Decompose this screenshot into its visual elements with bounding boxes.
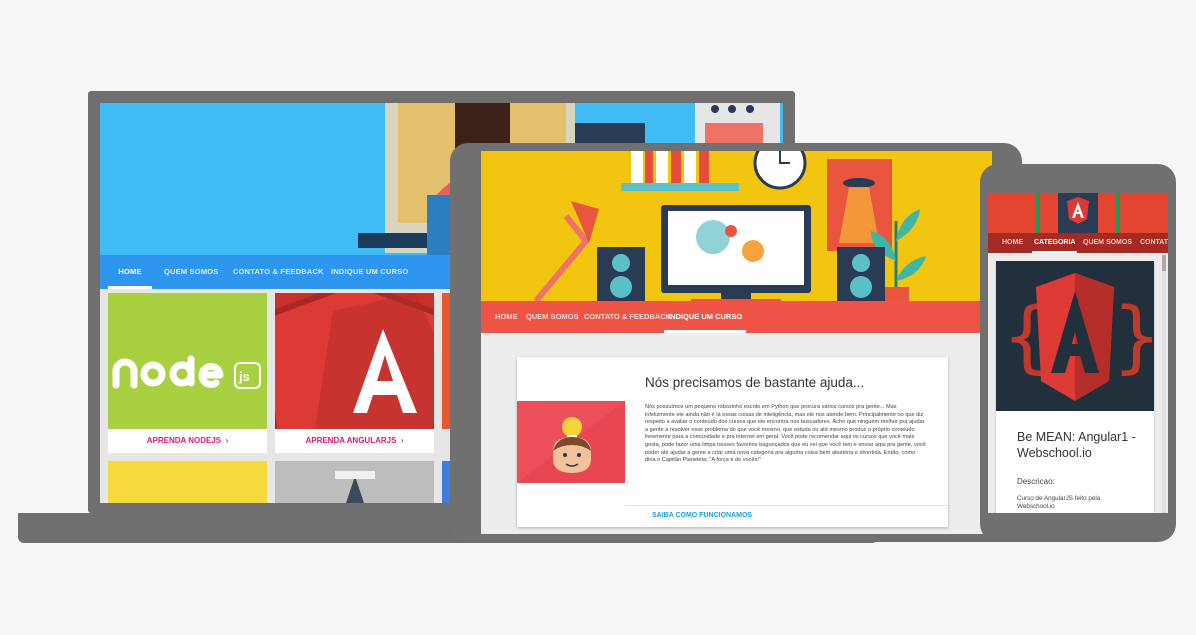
- chevron-right-icon: ›: [400, 436, 404, 445]
- saiba-como-funcionamos-link[interactable]: SAIBA COMO FUNCIONAMOS: [652, 512, 752, 519]
- course-card-angularjs[interactable]: APRENDA ANGULARJS ›: [275, 293, 434, 453]
- svg-text:}: }: [1112, 292, 1154, 382]
- course-card-nodejs[interactable]: js APRENDA NODEJS ›: [108, 293, 267, 453]
- description-label: Descricao:: [1017, 477, 1055, 486]
- course-title: Be MEAN: Angular1 - Webschool.io: [1017, 430, 1136, 460]
- phone-tab-contato[interactable]: CONTATO: [1140, 233, 1168, 253]
- phone-tab-categoria[interactable]: CATEGORIA: [1032, 233, 1078, 253]
- tablet-screen: HOME QUEM SOMOS CONTATO & FEEDBACK INDIQ…: [481, 151, 992, 534]
- course-card-angular1[interactable]: { } Be MEAN: Angular1 - Webschool.io Des…: [996, 261, 1154, 513]
- angular-logo-icon: [275, 293, 434, 453]
- laptop-tab-contato-feedback[interactable]: CONTATO & FEEDBACK: [233, 255, 324, 289]
- tablet-hero-illustration: [481, 151, 992, 301]
- phone-nav-bar: HOME CATEGORIA QUEM SOMOS CONTATO: [988, 233, 1168, 253]
- lightbulb-character-icon: [517, 401, 625, 483]
- aprenda-angularjs-link[interactable]: APRENDA ANGULARJS ›: [275, 429, 434, 453]
- course-card-yellow[interactable]: [108, 461, 267, 503]
- article-card: Nós precisamos de bastante ajuda... Nós …: [517, 357, 948, 527]
- phone-tab-home[interactable]: HOME: [1002, 233, 1023, 253]
- phone-tab-quem-somos[interactable]: QUEM SOMOS: [1083, 233, 1132, 253]
- svg-text:js: js: [238, 369, 250, 384]
- angular-logo-icon: { }: [996, 261, 1154, 411]
- laptop-tab-indique-um-curso[interactable]: INDIQUE UM CURSO: [331, 255, 408, 289]
- scrollbar-thumb[interactable]: [1162, 255, 1166, 271]
- phone-scrollbar[interactable]: [1162, 255, 1166, 513]
- tablet-nav-bar: HOME QUEM SOMOS CONTATO & FEEDBACK INDIQ…: [481, 301, 992, 333]
- workspace-illustration: [533, 151, 926, 301]
- laptop-tab-home[interactable]: HOME: [108, 255, 152, 289]
- laptop-tab-quem-somos[interactable]: QUEM SOMOS: [164, 255, 219, 289]
- course-image-icon: [335, 471, 375, 503]
- phone-screen: HOME CATEGORIA QUEM SOMOS CONTATO { } Be…: [988, 193, 1168, 513]
- chevron-right-icon: ›: [225, 436, 229, 445]
- article-body: Nós possuímos um pequeno robozinho escri…: [645, 404, 926, 464]
- course-description: Curso de AngularJS feito pela Webschool.…: [1017, 495, 1101, 510]
- aprenda-nodejs-label: APRENDA NODEJS: [146, 436, 222, 445]
- tablet-tab-home[interactable]: HOME: [495, 301, 518, 333]
- aprenda-angularjs-label: APRENDA ANGULARJS: [305, 436, 397, 445]
- phone-hero-banner: [988, 193, 1168, 233]
- article-title: Nós precisamos de bastante ajuda...: [645, 375, 865, 390]
- article-divider: [625, 505, 948, 506]
- tablet-tab-quem-somos[interactable]: QUEM SOMOS: [526, 301, 579, 333]
- course-card-gray[interactable]: [275, 461, 434, 503]
- tablet-tab-contato-feedback[interactable]: CONTATO & FEEDBACK: [584, 301, 671, 333]
- aprenda-nodejs-link[interactable]: APRENDA NODEJS ›: [108, 429, 267, 453]
- tablet-tab-indique-um-curso[interactable]: INDIQUE UM CURSO: [664, 301, 747, 333]
- nodejs-logo-icon: js: [108, 293, 267, 429]
